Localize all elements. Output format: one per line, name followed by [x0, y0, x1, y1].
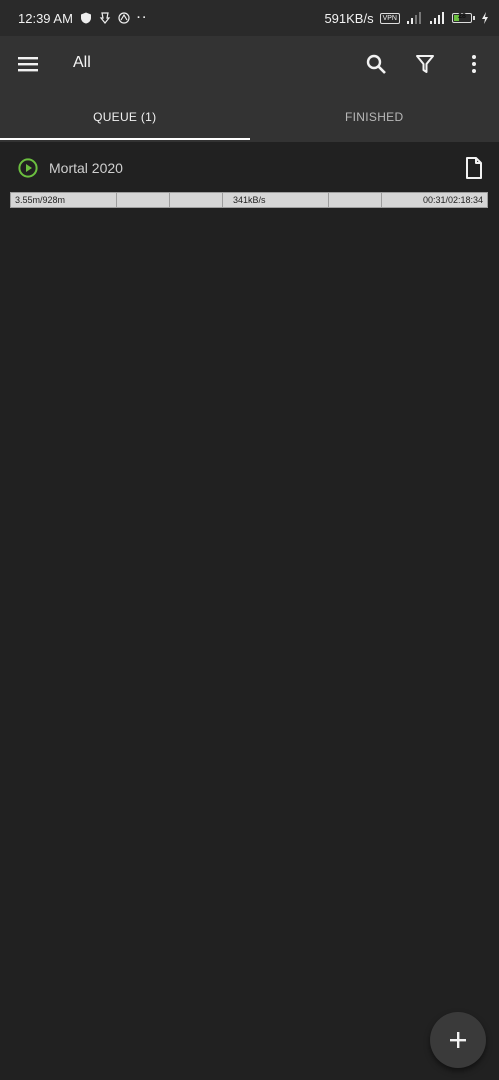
- more-options-button[interactable]: [462, 50, 486, 78]
- more-notifications-icon: ··: [136, 12, 149, 24]
- toolbar-title: All: [73, 54, 91, 71]
- download-notification-icon: [99, 12, 111, 24]
- network-speed: 591KB/s: [324, 10, 374, 26]
- tab-queue[interactable]: QUEUE (1): [0, 92, 250, 142]
- status-bar: 12:39 AM ·· 591KB/s VPN 28: [0, 0, 499, 36]
- battery-icon: 28: [452, 13, 475, 23]
- status-time: 12:39 AM: [18, 10, 73, 26]
- signal-icon: [407, 12, 421, 24]
- status-bar-right: 591KB/s VPN 28: [324, 11, 489, 26]
- menu-icon: [18, 57, 38, 72]
- add-download-button[interactable]: [430, 1012, 486, 1068]
- progress-downloaded: 3.55m/928m: [15, 195, 66, 205]
- add-icon: [450, 1032, 466, 1048]
- file-icon[interactable]: [465, 157, 483, 179]
- progress-speed: 341kB/s: [233, 195, 266, 205]
- battery-level: 28: [458, 13, 466, 20]
- menu-button[interactable]: [14, 50, 42, 78]
- tab-finished[interactable]: FINISHED: [250, 92, 499, 142]
- progress-time: 00:31/02:18:34: [422, 195, 483, 205]
- search-icon: [366, 54, 386, 74]
- tab-bar: QUEUE (1) FINISHED: [0, 92, 499, 142]
- vpn-badge: VPN: [379, 12, 400, 24]
- status-bar-left: 12:39 AM ··: [18, 11, 148, 26]
- filter-button[interactable]: [411, 50, 439, 78]
- search-button[interactable]: [362, 50, 390, 78]
- signal-icon-2: [430, 12, 444, 24]
- download-progress-bar: 3.55m/928m 341kB/s 00:31/02:18:34: [10, 192, 488, 208]
- filter-icon: [416, 55, 434, 73]
- download-title: Mortal 2020: [49, 160, 123, 176]
- app-toolbar: All: [0, 36, 499, 92]
- play-circle-icon[interactable]: [18, 158, 38, 178]
- more-vert-icon: [472, 55, 476, 73]
- app-notification-icon: [118, 12, 130, 24]
- shield-icon: [80, 12, 91, 24]
- charging-icon: [482, 12, 488, 24]
